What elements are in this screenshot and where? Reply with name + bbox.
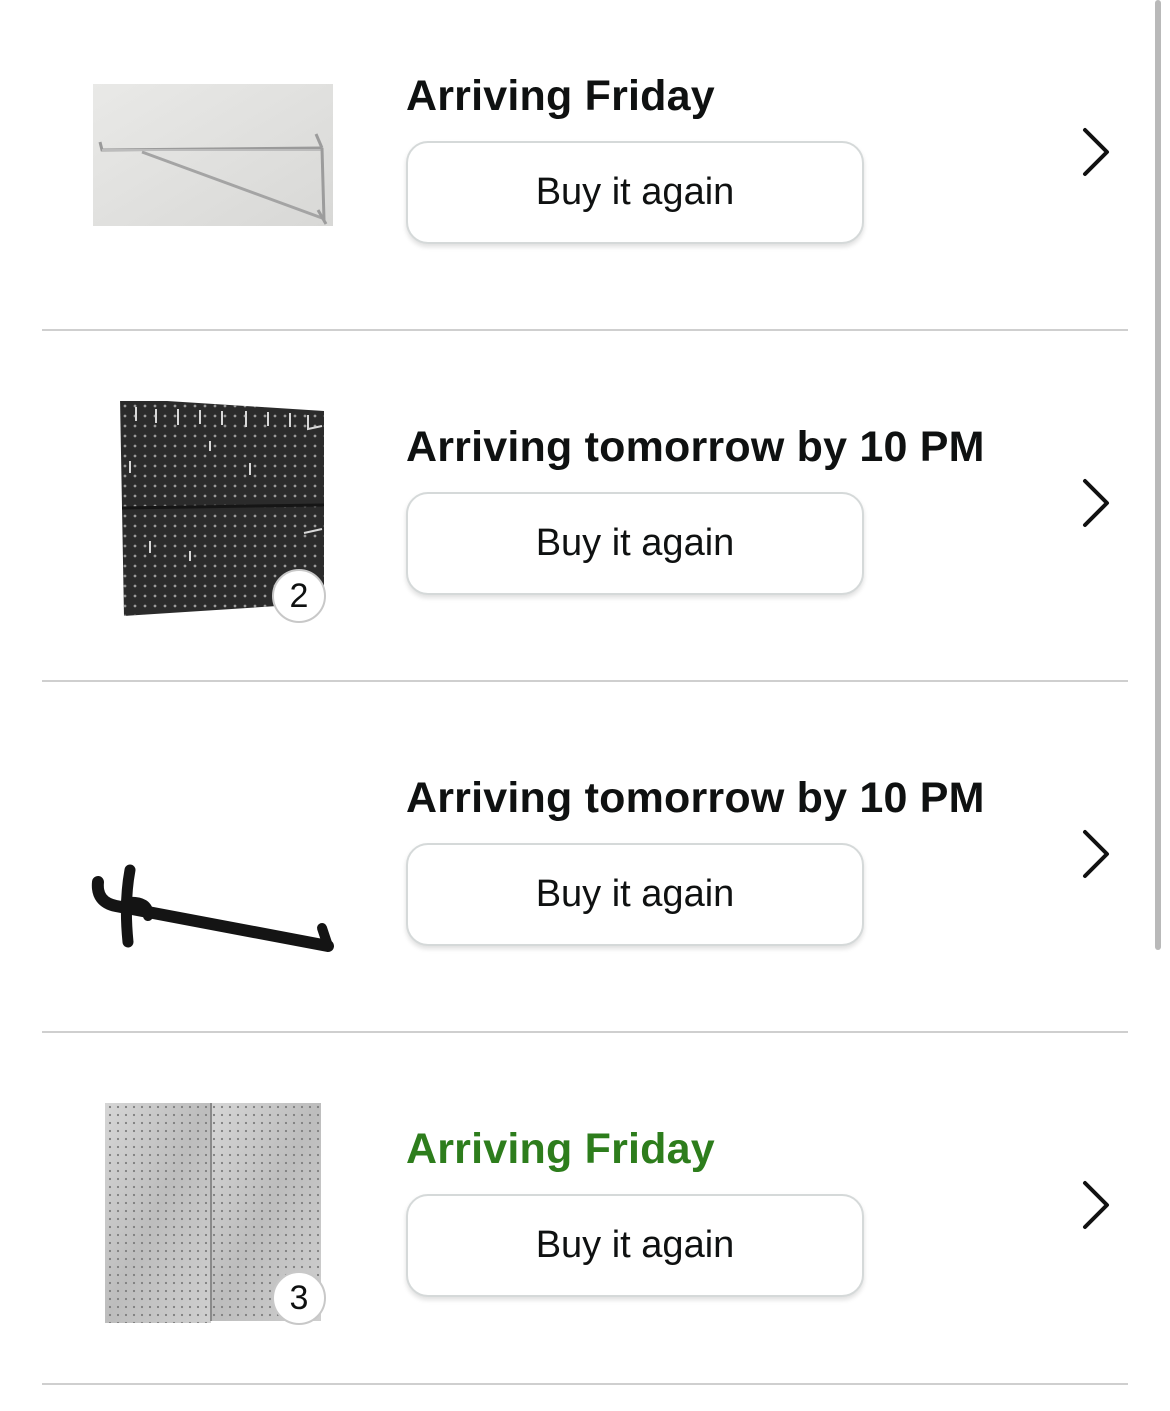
buy-it-again-button[interactable]: Buy it again [406, 1194, 864, 1297]
quantity-badge: 3 [272, 1271, 326, 1325]
chevron-right-icon[interactable] [1076, 475, 1116, 531]
order-row[interactable]: Arriving tomorrow by 10 PM Buy it again [0, 702, 1170, 1053]
chevron-right-icon[interactable] [1076, 826, 1116, 882]
order-row[interactable]: 2 Arriving tomorrow by 10 PM Buy it agai… [0, 351, 1170, 702]
buy-it-again-button[interactable]: Buy it again [406, 141, 864, 244]
buy-it-again-button[interactable]: Buy it again [406, 843, 864, 946]
order-row[interactable]: Arriving Friday Buy it again [0, 0, 1170, 351]
chevron-right-icon[interactable] [1076, 1177, 1116, 1233]
row-divider [42, 329, 1128, 331]
row-divider [42, 1383, 1128, 1385]
black-peg-hook-image [90, 752, 340, 992]
delivery-status: Arriving tomorrow by 10 PM [406, 774, 985, 822]
quantity-badge: 2 [272, 569, 326, 623]
row-divider [42, 1031, 1128, 1033]
delivery-status: Arriving Friday [406, 72, 715, 120]
buy-it-again-button[interactable]: Buy it again [406, 492, 864, 595]
pegboard-shelf-bracket-image [90, 50, 340, 290]
row-divider [42, 680, 1128, 682]
delivery-status: Arriving Friday [406, 1125, 715, 1173]
chevron-right-icon[interactable] [1076, 124, 1116, 180]
delivery-status: Arriving tomorrow by 10 PM [406, 423, 985, 471]
scrollbar[interactable] [1155, 0, 1161, 950]
order-row[interactable]: 3 Arriving Friday Buy it again [0, 1053, 1170, 1404]
